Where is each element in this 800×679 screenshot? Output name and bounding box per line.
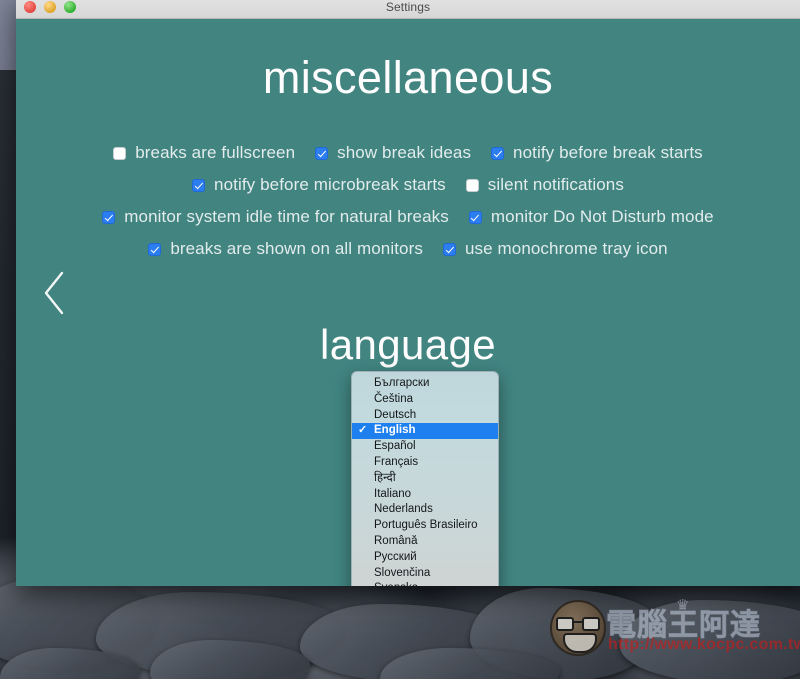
option-row: monitor system idle time for natural bre…: [16, 207, 800, 227]
language-option[interactable]: Svenska: [352, 581, 498, 586]
close-window-icon[interactable]: [24, 1, 36, 13]
option-row: notify before microbreak starts silent no…: [16, 175, 800, 195]
checkbox-checked-icon[interactable]: [442, 242, 456, 256]
option-label: show break ideas: [337, 143, 472, 162]
options-list: breaks are fullscreen show break ideas not…: [16, 143, 800, 271]
option-row: breaks are shown on all monitors use mono…: [16, 239, 800, 259]
app-body: miscellaneous breaks are fullscreen show …: [16, 19, 800, 586]
back-button[interactable]: [36, 265, 76, 321]
screen: Settings miscellaneous breaks are fullsc…: [0, 0, 800, 679]
option-label: use monochrome tray icon: [464, 239, 668, 258]
option-label: notify before microbreak starts: [214, 175, 446, 194]
option-label: notify before break starts: [513, 143, 703, 162]
option-checkbox-breaks-are-fullscreen[interactable]: breaks are fullscreen: [113, 143, 295, 163]
checkbox-checked-icon[interactable]: [468, 210, 482, 224]
option-checkbox-use-monochrome-tray-icon[interactable]: use monochrome tray icon: [442, 239, 668, 259]
language-option-selected[interactable]: English: [352, 423, 498, 440]
language-option[interactable]: Deutsch: [352, 408, 498, 424]
option-row: breaks are fullscreen show break ideas not…: [16, 143, 800, 163]
traffic-lights[interactable]: [24, 1, 76, 13]
checkbox-checked-icon[interactable]: [102, 210, 116, 224]
language-option[interactable]: Nederlands: [352, 502, 498, 518]
option-checkbox-silent-notifications[interactable]: silent notifications: [465, 175, 624, 195]
option-label: monitor system idle time for natural bre…: [124, 207, 449, 226]
language-option[interactable]: Čeština: [352, 392, 498, 408]
site-watermark: ♛ 電腦王阿達 http://www.kocpc.com.tw: [548, 596, 800, 664]
desktop-left-strip: [0, 0, 16, 70]
maximize-window-icon[interactable]: [64, 1, 76, 13]
option-checkbox-monitor-system-idle-time-for-natural-breaks[interactable]: monitor system idle time for natural bre…: [102, 207, 449, 227]
option-checkbox-notify-before-break-starts[interactable]: notify before break starts: [491, 143, 703, 163]
language-option[interactable]: Português Brasileiro: [352, 518, 498, 534]
chevron-left-icon: [44, 271, 64, 315]
watermark-url: http://www.kocpc.com.tw: [608, 636, 800, 653]
checkbox-checked-icon[interactable]: [192, 178, 206, 192]
checkbox-checked-icon[interactable]: [148, 242, 162, 256]
checkbox-checked-icon[interactable]: [315, 146, 329, 160]
face-eye-left: [556, 617, 574, 631]
language-title: language: [319, 321, 497, 368]
language-option[interactable]: हिन्दी: [352, 471, 498, 487]
option-checkbox-notify-before-microbreak-starts[interactable]: notify before microbreak starts: [192, 175, 446, 195]
face-glasses-bridge: [573, 621, 583, 623]
option-label: breaks are shown on all monitors: [170, 239, 423, 258]
window-titlebar: Settings: [16, 0, 800, 19]
language-option[interactable]: Български: [352, 376, 498, 392]
checkbox-unchecked-icon[interactable]: [465, 178, 479, 192]
minimize-window-icon[interactable]: [44, 1, 56, 13]
settings-window: Settings miscellaneous breaks are fullsc…: [16, 0, 800, 586]
face-mouth: [563, 633, 597, 653]
option-label: breaks are fullscreen: [135, 143, 296, 162]
language-option[interactable]: Italiano: [352, 487, 498, 503]
language-option[interactable]: Slovenčina: [352, 566, 498, 582]
face-eye-right: [582, 617, 600, 631]
watermark-face-icon: [550, 600, 606, 656]
language-option[interactable]: Français: [352, 455, 498, 471]
window-title: Settings: [385, 0, 431, 14]
language-option[interactable]: Română: [352, 534, 498, 550]
option-label: monitor Do Not Disturb mode: [490, 207, 714, 226]
checkbox-checked-icon[interactable]: [491, 146, 505, 160]
option-checkbox-breaks-are-shown-on-all-monitors[interactable]: breaks are shown on all monitors: [148, 239, 423, 259]
option-label: silent notifications: [487, 175, 624, 194]
checkbox-unchecked-icon[interactable]: [113, 146, 127, 160]
language-option[interactable]: Русский: [352, 550, 498, 566]
language-option[interactable]: Español: [352, 439, 498, 455]
option-checkbox-show-break-ideas[interactable]: show break ideas: [315, 143, 471, 163]
option-checkbox-monitor-do-not-disturb-mode[interactable]: monitor Do Not Disturb mode: [468, 207, 714, 227]
page-title: miscellaneous: [262, 52, 554, 103]
language-dropdown-menu[interactable]: БългарскиČeštinaDeutschEnglishEspañolFra…: [351, 371, 499, 586]
